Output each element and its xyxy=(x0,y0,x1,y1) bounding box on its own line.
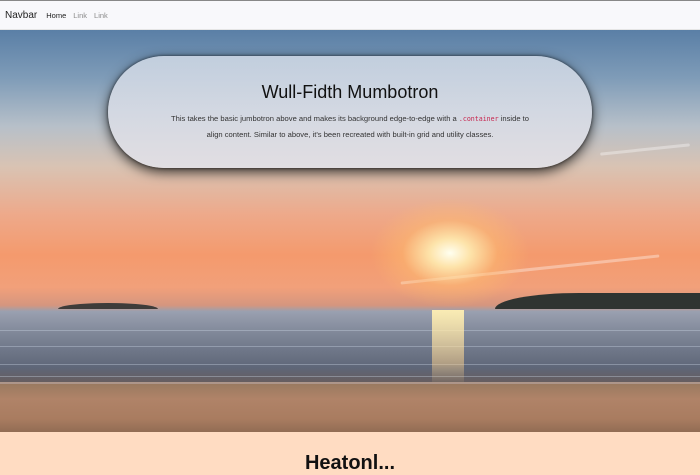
forest-shoreline xyxy=(495,293,700,309)
nav-link-1[interactable]: Link xyxy=(73,11,87,20)
nav-link-2[interactable]: Link xyxy=(94,11,108,20)
navbar-brand[interactable]: Navbar xyxy=(5,10,37,21)
jumbotron: Wull-Fidth Mumbotron This takes the basi… xyxy=(108,56,592,168)
cloud-streak xyxy=(600,143,690,156)
wave-line xyxy=(0,330,700,331)
wave-line xyxy=(0,364,700,365)
wave-line xyxy=(0,376,700,377)
wave-line xyxy=(0,346,700,347)
jumbotron-lead: This takes the basic jumbotron above and… xyxy=(168,111,532,142)
jumbotron-title: Wull-Fidth Mumbotron xyxy=(261,82,439,102)
sun xyxy=(370,198,530,308)
navbar: Navbar Home Link Link xyxy=(0,0,700,30)
sun-reflection xyxy=(432,310,464,386)
sandy-beach xyxy=(0,382,700,432)
container-code: .container xyxy=(458,115,499,123)
lead-text-start: This takes the basic jumbotron above and… xyxy=(171,114,459,123)
island-left xyxy=(58,303,158,309)
nav-link-home[interactable]: Home xyxy=(46,11,66,20)
next-section-heading: Heatonl... xyxy=(304,452,395,474)
